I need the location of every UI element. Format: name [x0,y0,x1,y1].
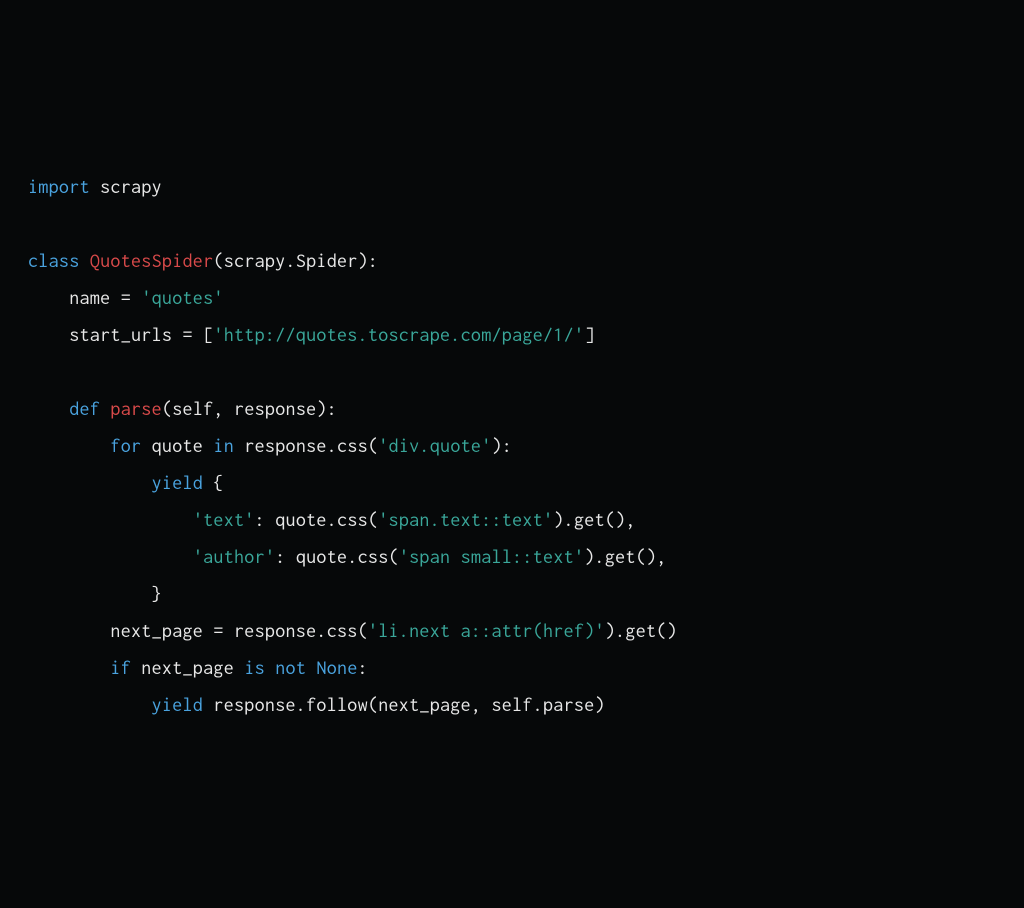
string-url: 'http://quotes.toscrape.com/page/1/' [213,324,584,345]
code-block: import scrapy class QuotesSpider(scrapy.… [28,168,996,723]
keyword-yield: yield [28,472,203,493]
call-end: ).get() [605,620,677,641]
keyword-not: not [275,657,306,678]
keyword-def: def [28,398,100,419]
dict-key-author: 'author' [193,546,275,567]
dict-end: ).get(), [584,546,666,567]
close: ): [492,435,513,456]
space [80,250,90,271]
dict-end: ).get(), [553,509,635,530]
loop-var: quote [141,435,213,456]
string-selector: 'div.quote' [378,435,491,456]
assign-nextpage: next_page = response.css( [28,620,368,641]
module-scrapy: scrapy [100,176,162,197]
follow-call: response.follow(next_page, self.parse) [203,694,605,715]
string-quotes: 'quotes' [141,287,223,308]
keyword-yield: yield [28,694,203,715]
indent [28,546,193,567]
keyword-is: is [244,657,265,678]
dict-mid: : quote.css( [255,509,379,530]
dict-mid: : quote.css( [275,546,399,567]
function-signature: (self, response): [162,398,337,419]
class-name: QuotesSpider [90,250,214,271]
string-selector-author: 'span small::text' [399,546,584,567]
keyword-import: import [28,176,90,197]
function-name: parse [100,398,162,419]
space [90,176,100,197]
keyword-in: in [213,435,234,456]
assign-name: name = [28,287,141,308]
keyword-class: class [28,250,80,271]
brace-open: { [203,472,224,493]
keyword-none: None [316,657,357,678]
close-bracket: ] [584,324,594,345]
string-selector-text: 'span.text::text' [378,509,553,530]
colon: : [358,657,368,678]
space [265,657,275,678]
dict-key-text: 'text' [193,509,255,530]
keyword-for: for [28,435,141,456]
indent [28,509,193,530]
cond-var: next_page [131,657,244,678]
loop-expr: response.css( [234,435,378,456]
space [306,657,316,678]
brace-close: } [28,583,162,604]
string-selector-next: 'li.next a::attr(href)' [368,620,605,641]
assign-starturls: start_urls = [ [28,324,213,345]
class-bases: (scrapy.Spider): [213,250,378,271]
keyword-if: if [28,657,131,678]
